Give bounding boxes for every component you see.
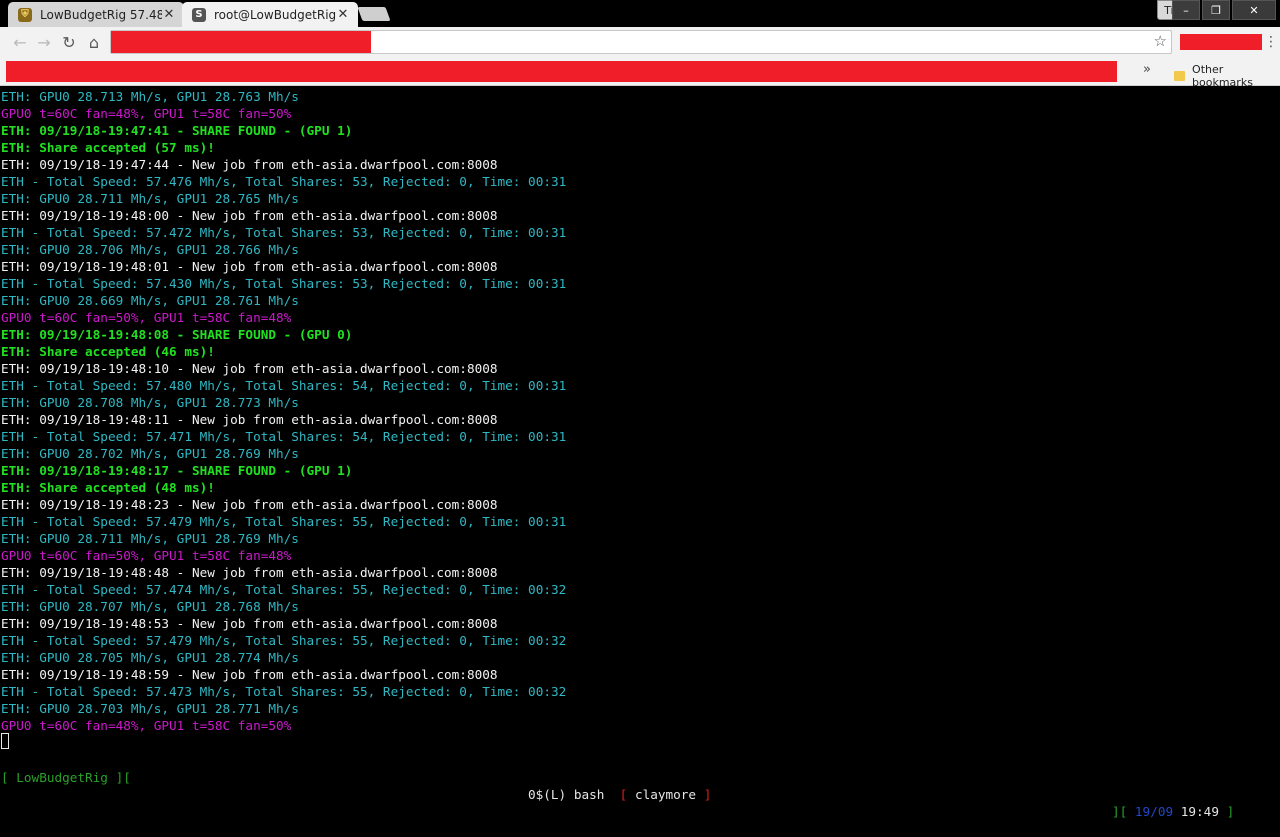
status-time: 19:49 xyxy=(1180,804,1219,819)
more-bookmarks-chevron-icon[interactable]: » xyxy=(1143,62,1151,77)
close-tab-icon[interactable]: ✕ xyxy=(162,7,176,22)
terminal-line: ETH: 09/19/18-19:48:17 - SHARE FOUND - (… xyxy=(1,463,353,478)
terminal-line: GPU0 t=60C fan=50%, GPU1 t=58C fan=48% xyxy=(1,310,292,325)
terminal-line: ETH - Total Speed: 57.476 Mh/s, Total Sh… xyxy=(1,174,567,189)
terminal-line: GPU0 t=60C fan=48%, GPU1 t=58C fan=50% xyxy=(1,718,292,733)
terminal-line: ETH - Total Speed: 57.479 Mh/s, Total Sh… xyxy=(1,514,567,529)
address-bar[interactable]: ☆ xyxy=(110,30,1172,54)
window-list: 0$(L) bash [ claymore ] xyxy=(528,786,711,803)
redacted-bookmarks xyxy=(6,61,1117,82)
terminal-line: ETH: 09/19/18-19:48:01 - New job from et… xyxy=(1,259,498,274)
terminal-line: ETH - Total Speed: 57.480 Mh/s, Total Sh… xyxy=(1,378,567,393)
terminal-line: ETH: 09/19/18-19:48:00 - New job from et… xyxy=(1,208,498,223)
redacted-url xyxy=(111,31,371,53)
terminal-line: ETH: Share accepted (57 ms)! xyxy=(1,140,215,155)
bookmark-star-icon[interactable]: ☆ xyxy=(1154,32,1167,50)
terminal-line: GPU0 t=60C fan=50%, GPU1 t=58C fan=48% xyxy=(1,548,292,563)
terminal-line: ETH: GPU0 28.702 Mh/s, GPU1 28.769 Mh/s xyxy=(1,446,299,461)
tab-lowbudgetrig[interactable]: ⛨ LowBudgetRig 57.48 MH/s ✕ xyxy=(8,2,184,27)
maximize-button[interactable]: ❐ xyxy=(1202,0,1230,20)
window-claymore[interactable]: claymore xyxy=(635,787,696,802)
terminal-line: ETH: GPU0 28.711 Mh/s, GPU1 28.765 Mh/s xyxy=(1,191,299,206)
terminal-line: ETH: Share accepted (48 ms)! xyxy=(1,480,215,495)
folder-icon xyxy=(1174,71,1186,81)
home-icon[interactable]: ⌂ xyxy=(82,31,106,53)
close-window-button[interactable]: ✕ xyxy=(1232,0,1276,20)
window-controls: – ❐ ✕ xyxy=(1172,0,1276,20)
terminal-line: ETH: 09/19/18-19:48:11 - New job from et… xyxy=(1,412,498,427)
clock-bracket-close: ] xyxy=(1226,804,1235,819)
terminal-line: ETH: 09/19/18-19:48:59 - New job from et… xyxy=(1,667,498,682)
bookmarks-bar: » Other bookmarks xyxy=(0,58,1280,89)
active-window-bracket-open: [ xyxy=(619,787,628,802)
terminal-line: ETH: GPU0 28.705 Mh/s, GPU1 28.774 Mh/s xyxy=(1,650,299,665)
browser-title-bar: ⛨ LowBudgetRig 57.48 MH/s ✕ S root@LowBu… xyxy=(0,0,1280,27)
terminal-line: ETH: GPU0 28.713 Mh/s, GPU1 28.763 Mh/s xyxy=(1,89,299,104)
tmux-status-bar: [ LowBudgetRig ][ 0$(L) bash [ claymore … xyxy=(0,752,1280,819)
browser-toolbar: ← → ↻ ⌂ ☆ xyxy=(0,27,1280,58)
terminal-line: ETH: 09/19/18-19:48:23 - New job from et… xyxy=(1,497,498,512)
close-tab-icon[interactable]: ✕ xyxy=(336,7,350,22)
kebab-menu-icon[interactable]: ⋮ xyxy=(1264,32,1278,52)
terminal-line: ETH: GPU0 28.703 Mh/s, GPU1 28.771 Mh/s xyxy=(1,701,299,716)
clock-bracket-open: ][ xyxy=(1112,804,1128,819)
terminal-line: ETH: 09/19/18-19:48:10 - New job from et… xyxy=(1,361,498,376)
other-bookmarks-label: Other bookmarks xyxy=(1192,63,1253,89)
terminal-line: GPU0 t=60C fan=48%, GPU1 t=58C fan=50% xyxy=(1,106,292,121)
minimize-button[interactable]: – xyxy=(1172,0,1200,20)
terminal-lines: ETH: GPU0 28.713 Mh/s, GPU1 28.763 Mh/s G… xyxy=(1,88,566,734)
terminal-cursor xyxy=(1,733,9,749)
terminal-line: ETH: GPU0 28.706 Mh/s, GPU1 28.766 Mh/s xyxy=(1,242,299,257)
terminal-line: ETH: GPU0 28.711 Mh/s, GPU1 28.769 Mh/s xyxy=(1,531,299,546)
terminal-line: ETH: 09/19/18-19:48:48 - New job from et… xyxy=(1,565,498,580)
tab-terminal[interactable]: S root@LowBudgetRig: ~ · tmux ✕ xyxy=(182,2,358,27)
terminal-line: ETH: GPU0 28.669 Mh/s, GPU1 28.761 Mh/s xyxy=(1,293,299,308)
tab-label: LowBudgetRig 57.48 MH/s xyxy=(40,7,162,22)
window-bash[interactable]: 0$(L) bash xyxy=(528,787,604,802)
terminal-line: ETH - Total Speed: 57.473 Mh/s, Total Sh… xyxy=(1,684,567,699)
forward-arrow-icon[interactable]: → xyxy=(32,31,56,53)
terminal-line: ETH: GPU0 28.707 Mh/s, GPU1 28.768 Mh/s xyxy=(1,599,299,614)
clock-area: ][ 19/09 19:49 ] xyxy=(1112,803,1234,820)
other-bookmarks-folder[interactable]: Other bookmarks xyxy=(1174,63,1280,89)
back-arrow-icon[interactable]: ← xyxy=(8,31,32,53)
terminal-line: ETH: Share accepted (46 ms)! xyxy=(1,344,215,359)
reload-icon[interactable]: ↻ xyxy=(57,31,81,53)
terminal-line: ETH: 09/19/18-19:48:53 - New job from et… xyxy=(1,616,498,631)
terminal-output[interactable]: ETH: GPU0 28.713 Mh/s, GPU1 28.763 Mh/s G… xyxy=(0,88,1280,819)
terminal-line: ETH - Total Speed: 57.472 Mh/s, Total Sh… xyxy=(1,225,567,240)
terminal-favicon-icon: S xyxy=(192,7,206,22)
session-name: [ LowBudgetRig ][ xyxy=(1,770,131,785)
terminal-line: ETH: 09/19/18-19:48:08 - SHARE FOUND - (… xyxy=(1,327,353,342)
terminal-line: ETH - Total Speed: 57.430 Mh/s, Total Sh… xyxy=(1,276,567,291)
terminal-line: ETH: 09/19/18-19:47:44 - New job from et… xyxy=(1,157,498,172)
terminal-line: ETH - Total Speed: 57.474 Mh/s, Total Sh… xyxy=(1,582,567,597)
terminal-line: ETH: GPU0 28.708 Mh/s, GPU1 28.773 Mh/s xyxy=(1,395,299,410)
tab-label: root@LowBudgetRig: ~ · tmux xyxy=(214,7,336,22)
active-window-bracket-close: ] xyxy=(703,787,712,802)
redacted-extensions xyxy=(1180,34,1262,50)
status-date: 19/09 xyxy=(1134,804,1174,819)
terminal-line: ETH: 09/19/18-19:47:41 - SHARE FOUND - (… xyxy=(1,123,353,138)
shield-favicon-icon: ⛨ xyxy=(18,7,32,22)
terminal-line: ETH - Total Speed: 57.479 Mh/s, Total Sh… xyxy=(1,633,567,648)
terminal-line: ETH - Total Speed: 57.471 Mh/s, Total Sh… xyxy=(1,429,567,444)
new-tab-button[interactable] xyxy=(357,7,391,21)
